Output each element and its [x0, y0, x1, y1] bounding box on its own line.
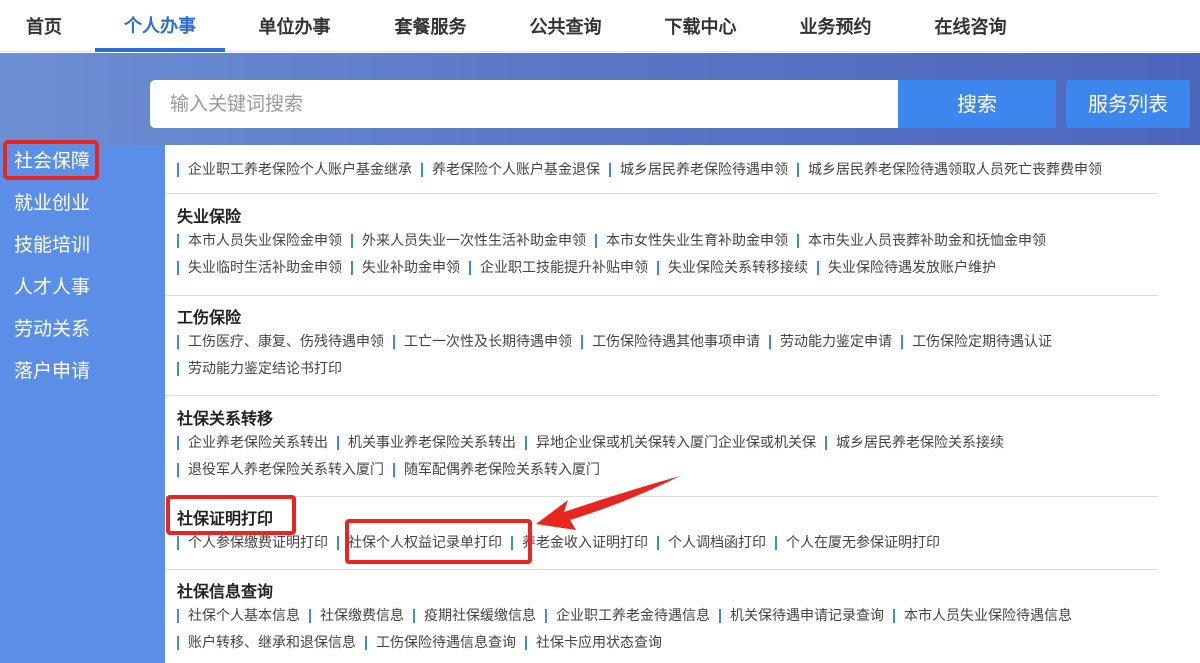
service-link[interactable]: 本市失业人员丧葬补助金和抚恤金申领 [797, 234, 1055, 248]
section-title: 失业保险 [177, 207, 242, 226]
service-link[interactable]: 外来人员失业一次性生活补助金申领 [351, 234, 595, 248]
sidebar-item-skills[interactable]: 技能培训 [14, 230, 90, 260]
service-link[interactable]: 城乡居民养老保险待遇领取人员死亡丧葬费申领 [797, 163, 1111, 177]
links-row: 失业临时生活补助金申领 失业补助金申领 企业职工技能提升补贴申领 失业保险关系转移接续… [177, 255, 1167, 282]
nav-home[interactable]: 首页 [0, 0, 88, 52]
service-link[interactable]: 工伤保险定期待遇认证 [901, 335, 1061, 349]
divider [165, 295, 1158, 296]
service-link[interactable]: 社保卡应用状态查询 [525, 636, 671, 650]
service-link[interactable]: 本市人员失业保险金申领 [177, 234, 351, 248]
highlight-box-sidebar [3, 140, 99, 180]
service-link[interactable]: 账户转移、继承和退保信息 [177, 636, 365, 650]
service-link[interactable]: 企业职工技能提升补贴申领 [469, 261, 657, 275]
service-link[interactable]: 工亡一次性及长期待遇申领 [393, 335, 581, 349]
service-link[interactable]: 失业补助金申领 [351, 261, 469, 275]
service-link[interactable]: 工伤保险待遇其他事项申请 [581, 335, 769, 349]
sidebar-item-employment[interactable]: 就业创业 [14, 188, 90, 218]
service-link[interactable]: 机关事业养老保险关系转出 [337, 436, 525, 450]
top-nav: 首页 个人办事 单位办事 套餐服务 公共查询 下载中心 业务预约 在线咨询 [0, 0, 1200, 52]
links-row: 本市人员失业保险金申领 外来人员失业一次性生活补助金申领 本市女性失业生育补助金申领… [177, 228, 1167, 255]
divider [165, 193, 1158, 194]
pension-section: 企业职工养老保险个人账户基金继承 养老保险个人账户基金退保 城乡居民养老保险待遇申领… [177, 157, 1167, 184]
service-link[interactable]: 失业临时生活补助金申领 [177, 261, 351, 275]
injury-section: 工伤保险 工伤医疗、康复、伤残待遇申领 工亡一次性及长期待遇申领 工伤保险待遇其他事… [177, 307, 1167, 383]
nav-package[interactable]: 套餐服务 [368, 0, 493, 52]
service-link[interactable]: 本市人员失业保险待遇信息 [893, 609, 1081, 623]
links-row: 工伤医疗、康复、伤残待遇申领 工亡一次性及长期待遇申领 工伤保险待遇其他事项申请 劳动… [177, 329, 1167, 356]
service-link[interactable]: 企业养老保险关系转出 [177, 436, 337, 450]
sidebar-item-labor[interactable]: 劳动关系 [14, 314, 90, 344]
service-link[interactable]: 城乡居民养老保险关系接续 [825, 436, 1013, 450]
service-link[interactable]: 退役军人养老保险关系转入厦门 [177, 463, 393, 477]
nav-unit[interactable]: 单位办事 [232, 0, 357, 52]
service-link[interactable]: 本市女性失业生育补助金申领 [595, 234, 797, 248]
service-link[interactable]: 工伤保险待遇信息查询 [365, 636, 525, 650]
links-row: 企业职工养老保险个人账户基金继承 养老保险个人账户基金退保 城乡居民养老保险待遇申领… [177, 157, 1167, 184]
service-link[interactable]: 社保缴费信息 [309, 609, 413, 623]
info-query-section: 社保信息查询 社保个人基本信息 社保缴费信息 疫期社保缓缴信息 企业职工养老金待遇信息… [177, 581, 1167, 657]
search-input[interactable]: 输入关键词搜索 [150, 80, 898, 128]
sidebar [0, 145, 165, 663]
service-link[interactable]: 劳动能力鉴定结论书打印 [177, 362, 351, 376]
pointer-arrow-icon [536, 476, 680, 530]
service-link[interactable]: 工伤医疗、康复、伤残待遇申领 [177, 335, 393, 349]
service-list-button[interactable]: 服务列表 [1066, 80, 1190, 128]
links-row: 企业养老保险关系转出 机关事业养老保险关系转出 异地企业保或机关保转入厦门企业保或机… [177, 430, 1167, 457]
service-link[interactable]: 失业保险关系转移接续 [657, 261, 817, 275]
service-link[interactable]: 个人在厦无参保证明打印 [775, 536, 949, 550]
sidebar-item-household[interactable]: 落户申请 [14, 356, 90, 386]
service-content: 企业职工养老保险个人账户基金继承 养老保险个人账户基金退保 城乡居民养老保险待遇申领… [165, 145, 1200, 663]
nav-consult[interactable]: 在线咨询 [908, 0, 1033, 52]
service-link[interactable]: 劳动能力鉴定申请 [769, 335, 901, 349]
highlight-box-target-link [345, 519, 532, 564]
section-title: 工伤保险 [177, 308, 242, 327]
service-link[interactable]: 养老保险个人账户基金退保 [421, 163, 609, 177]
service-link[interactable]: 企业职工养老保险个人账户基金继承 [177, 163, 421, 177]
links-row: 劳动能力鉴定结论书打印 [177, 356, 1167, 383]
unemployment-section: 失业保险 本市人员失业保险金申领 外来人员失业一次性生活补助金申领 本市女性失业生育… [177, 206, 1167, 282]
divider [165, 395, 1158, 396]
nav-download[interactable]: 下载中心 [638, 0, 763, 52]
section-title: 社保关系转移 [177, 409, 274, 428]
service-link[interactable]: 机关保待遇申请记录查询 [719, 609, 893, 623]
links-row: 社保个人基本信息 社保缴费信息 疫期社保缓缴信息 企业职工养老金待遇信息 机关保待遇申请… [177, 603, 1167, 630]
nav-appointment[interactable]: 业务预约 [773, 0, 898, 52]
divider [165, 569, 1158, 570]
nav-public-query[interactable]: 公共查询 [503, 0, 628, 52]
search-button[interactable]: 搜索 [898, 80, 1056, 128]
service-link[interactable]: 异地企业保或机关保转入厦门企业保或机关保 [525, 436, 825, 450]
service-link[interactable]: 疫期社保缓缴信息 [413, 609, 545, 623]
service-link[interactable]: 个人参保缴费证明打印 [177, 536, 337, 550]
service-link[interactable]: 城乡居民养老保险待遇申领 [609, 163, 797, 177]
service-link[interactable]: 社保个人基本信息 [177, 609, 309, 623]
links-row: 账户转移、继承和退保信息 工伤保险待遇信息查询 社保卡应用状态查询 [177, 630, 1167, 657]
service-link[interactable]: 企业职工养老金待遇信息 [545, 609, 719, 623]
highlight-box-section-title [166, 495, 296, 535]
sidebar-item-talent[interactable]: 人才人事 [14, 272, 90, 302]
service-link[interactable]: 失业保险待遇发放账户维护 [817, 261, 1005, 275]
section-title: 社保信息查询 [177, 582, 274, 601]
nav-personal[interactable]: 个人办事 [95, 0, 225, 52]
